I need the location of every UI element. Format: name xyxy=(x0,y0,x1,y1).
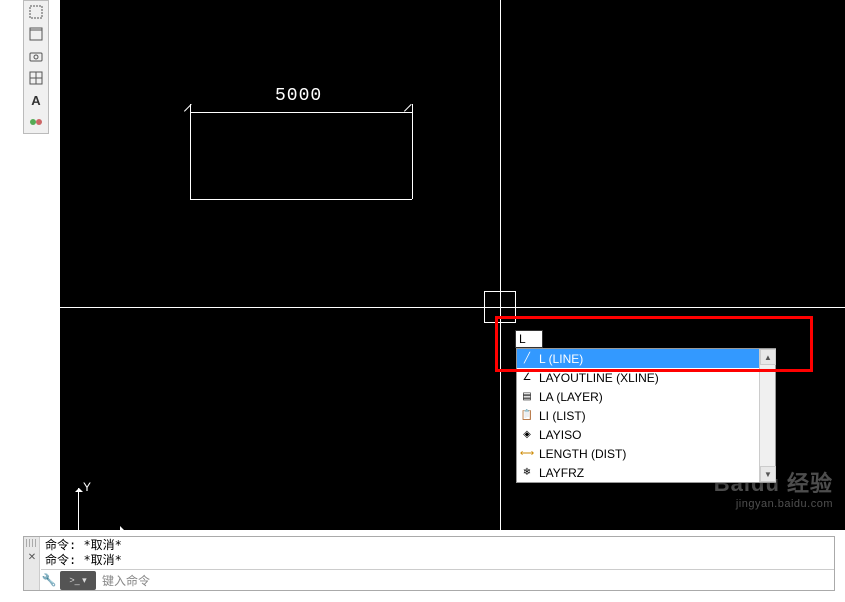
tool-text-icon[interactable]: A xyxy=(24,89,48,111)
autocomplete-label: LAYOUTLINE (XLINE) xyxy=(539,371,755,385)
line-icon: ╱ xyxy=(519,351,535,367)
ucs-y-arrow-icon xyxy=(75,484,83,492)
tool-grid-icon[interactable] xyxy=(24,67,48,89)
dimension-ext-left xyxy=(190,104,191,199)
dynamic-command-input[interactable] xyxy=(515,330,543,348)
command-prompt-icon[interactable]: >_ ▾ xyxy=(60,571,96,590)
autocomplete-label: LENGTH (DIST) xyxy=(539,447,755,461)
scroll-down-icon[interactable]: ▼ xyxy=(760,466,776,482)
tool-box-icon[interactable] xyxy=(24,23,48,45)
autocomplete-dropdown: ╱ L (LINE) ∠ LAYOUTLINE (XLINE) ▤ LA (LA… xyxy=(516,348,776,483)
command-history: 命令: *取消* 命令: *取消* xyxy=(41,537,834,569)
autocomplete-label: LI (LIST) xyxy=(539,409,755,423)
autocomplete-label: LAYFRZ xyxy=(539,466,755,480)
command-window: ✕ 命令: *取消* 命令: *取消* 🔧 >_ ▾ 键入命令 xyxy=(23,536,835,591)
layiso-icon: ◈ xyxy=(519,427,535,443)
crosshair-horizontal xyxy=(60,307,845,308)
autocomplete-item-layoutline[interactable]: ∠ LAYOUTLINE (XLINE) xyxy=(517,368,759,387)
dynamic-input xyxy=(515,330,543,348)
ucs-y-axis xyxy=(78,488,79,530)
autocomplete-label: LAYISO xyxy=(539,428,755,442)
ucs-y-label: Y xyxy=(83,480,91,494)
ucs-x-arrow-icon xyxy=(120,526,128,530)
wrench-icon[interactable]: 🔧 xyxy=(41,573,57,587)
close-icon[interactable]: ✕ xyxy=(25,550,39,564)
autocomplete-scrollbar[interactable]: ▲ ▼ xyxy=(759,349,775,482)
list-icon: 📋 xyxy=(519,408,535,424)
dimension-tick-right xyxy=(404,104,418,118)
grip-icon[interactable] xyxy=(26,539,37,547)
dimension-line xyxy=(190,112,412,113)
cursor-pickbox xyxy=(484,291,516,323)
xline-icon: ∠ xyxy=(519,370,535,386)
dimension-value: 5000 xyxy=(275,86,322,106)
autocomplete-label: LA (LAYER) xyxy=(539,390,755,404)
dimension-tick-left xyxy=(184,104,198,118)
tool-camera-icon[interactable] xyxy=(24,45,48,67)
scroll-up-icon[interactable]: ▲ xyxy=(760,349,776,365)
dimension-baseline xyxy=(190,199,412,200)
length-icon: ⟷ xyxy=(519,446,535,462)
autocomplete-label: L (LINE) xyxy=(539,352,755,366)
tool-layer-icon[interactable] xyxy=(24,111,48,133)
autocomplete-item-layfrz[interactable]: ❄ LAYFRZ xyxy=(517,463,759,482)
autocomplete-item-list[interactable]: 📋 LI (LIST) xyxy=(517,406,759,425)
crosshair-vertical xyxy=(500,0,501,530)
command-placeholder[interactable]: 键入命令 xyxy=(99,572,150,589)
command-window-header[interactable]: ✕ xyxy=(24,537,40,590)
side-toolbar: A xyxy=(23,0,49,134)
command-input-row: 🔧 >_ ▾ 键入命令 xyxy=(41,569,834,590)
layer-icon: ▤ xyxy=(519,389,535,405)
tool-ucs-icon[interactable] xyxy=(24,1,48,23)
autocomplete-item-layer[interactable]: ▤ LA (LAYER) xyxy=(517,387,759,406)
command-window-body: 命令: *取消* 命令: *取消* 🔧 >_ ▾ 键入命令 xyxy=(41,537,834,590)
dimension-ext-right xyxy=(412,104,413,199)
history-line: 命令: *取消* xyxy=(45,538,830,553)
history-line: 命令: *取消* xyxy=(45,553,830,568)
autocomplete-item-length[interactable]: ⟷ LENGTH (DIST) xyxy=(517,444,759,463)
ucs-x-label: X xyxy=(130,528,138,530)
watermark-url: jingyan.baidu.com xyxy=(714,498,833,510)
autocomplete-item-layiso[interactable]: ◈ LAYISO xyxy=(517,425,759,444)
layfrz-icon: ❄ xyxy=(519,465,535,481)
autocomplete-item-line[interactable]: ╱ L (LINE) xyxy=(517,349,759,368)
